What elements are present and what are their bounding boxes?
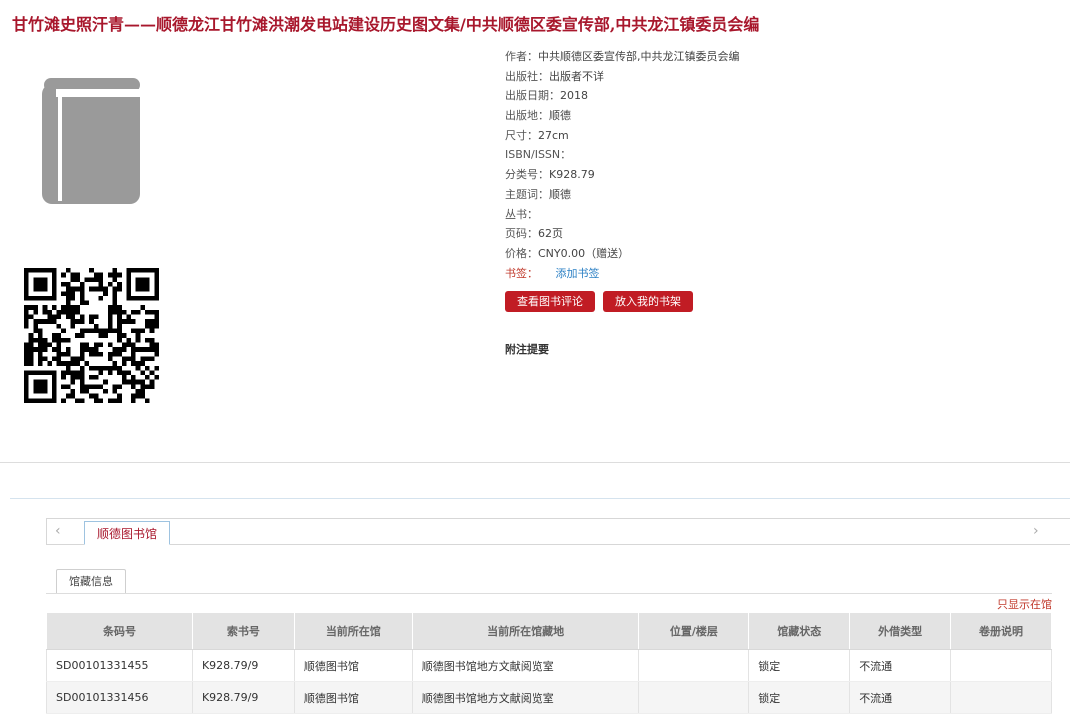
qr-code [24, 268, 159, 403]
cell-loan-type: 不流通 [849, 649, 952, 682]
cell-status: 锁定 [748, 649, 851, 682]
add-bookmark-link[interactable]: 添加书签 [556, 267, 600, 280]
col-volume-note: 卷册说明 [950, 612, 1052, 650]
cell-floor [638, 681, 750, 714]
panel-divider [10, 498, 1070, 499]
subtab-divider [46, 593, 1052, 594]
col-loan-type: 外借类型 [849, 612, 952, 650]
col-barcode: 条码号 [46, 612, 193, 650]
notes-heading: 附注提要 [505, 343, 549, 356]
library-tabbar: ‹ › [46, 518, 1070, 545]
meta-pages: 页码：62页 [505, 227, 563, 241]
meta-size: 尺寸：27cm [505, 128, 569, 142]
cell-location: 顺德图书馆地方文献阅览室 [412, 649, 640, 682]
meta-isbn: ISBN/ISSN： [505, 148, 572, 162]
cell-barcode: SD00101331455 [46, 649, 193, 682]
col-call-number: 索书号 [191, 612, 295, 650]
page-title: 甘竹滩史照汗青——顺德龙江甘竹滩洪潮发电站建设历史图文集/中共顺德区委宣传部,中… [12, 15, 760, 34]
cell-loan-type: 不流通 [849, 681, 952, 714]
view-reviews-button[interactable]: 查看图书评论 [505, 291, 595, 312]
table-header-row: 条码号 索书号 当前所在馆 当前所在馆藏地 位置/楼层 馆藏状态 外借类型 卷册… [46, 612, 1052, 650]
meta-publisher: 出版社：出版者不详 [505, 69, 604, 83]
cell-volume-note [950, 681, 1052, 714]
col-floor: 位置/楼层 [638, 612, 750, 650]
only-in-library-link[interactable]: 只显示在馆 [997, 596, 1052, 612]
meta-author: 作者：中共顺德区委宣传部,中共龙江镇委员会编 [505, 50, 740, 63]
cell-call-number: K928.79/9 [192, 649, 295, 682]
cell-status: 锁定 [748, 681, 851, 714]
meta-date: 出版日期：2018 [505, 89, 588, 103]
tab-holdings-info[interactable]: 馆藏信息 [56, 569, 126, 594]
col-status: 馆藏状态 [748, 612, 851, 650]
scroll-right-icon[interactable]: › [1033, 523, 1039, 539]
table-row: SD00101331455 K928.79/9 顺德图书馆 顺德图书馆地方文献阅… [46, 649, 1052, 682]
divider [0, 462, 1070, 463]
meta-place: 出版地：顺德 [505, 109, 571, 123]
table-row: SD00101331456 K928.79/9 顺德图书馆 顺德图书馆地方文献阅… [46, 681, 1052, 714]
meta-bookmark: 书签： 添加书签 [505, 264, 740, 284]
meta-classification: 分类号：K928.79 [505, 168, 595, 182]
holdings-table: 条码号 索书号 当前所在馆 当前所在馆藏地 位置/楼层 馆藏状态 外借类型 卷册… [46, 612, 1052, 714]
cell-call-number: K928.79/9 [192, 681, 295, 714]
col-current-location: 当前所在馆藏地 [411, 612, 640, 650]
book-metadata: 作者：中共顺德区委宣传部,中共龙江镇委员会编 出版社：出版者不详 出版日期：20… [505, 47, 740, 283]
meta-subject: 主题词：顺德 [505, 187, 571, 201]
col-current-library: 当前所在馆 [293, 612, 413, 650]
meta-series: 丛书： [505, 207, 538, 221]
bookmark-label: 书签： [505, 266, 538, 280]
tab-library[interactable]: 顺德图书馆 [84, 521, 171, 545]
cell-barcode: SD00101331456 [46, 681, 193, 714]
cell-library: 顺德图书馆 [294, 649, 413, 682]
scroll-left-icon[interactable]: ‹ [55, 523, 61, 539]
cell-floor [638, 649, 750, 682]
book-cover-icon [42, 78, 140, 204]
cell-volume-note [950, 649, 1052, 682]
meta-price: 价格：CNY0.00（赠送） [505, 246, 630, 260]
cell-location: 顺德图书馆地方文献阅览室 [412, 681, 640, 714]
add-to-shelf-button[interactable]: 放入我的书架 [603, 291, 693, 312]
cell-library: 顺德图书馆 [294, 681, 413, 714]
